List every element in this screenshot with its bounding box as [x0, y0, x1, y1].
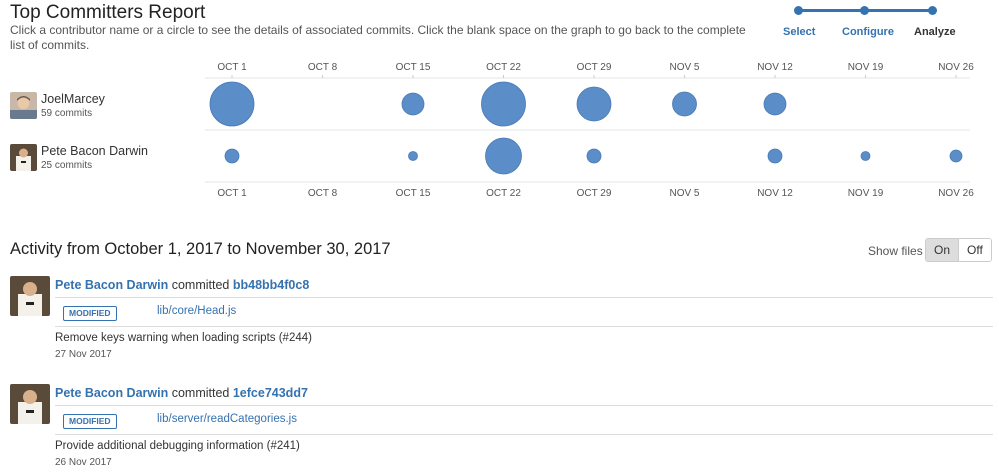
- divider: [55, 326, 993, 327]
- committers-chart-svg[interactable]: OCT 1 OCT 1 OCT 8 OCT 8 OCT 15 OCT 15 OCT 22 OC…: [0, 55, 999, 205]
- commit-verb: committed: [171, 386, 230, 400]
- x-tick-label-top: OCT 29: [577, 62, 612, 73]
- user-avatar-icon: [10, 276, 50, 316]
- commit-verb: committed: [171, 278, 230, 292]
- toggle-off-button[interactable]: Off: [959, 239, 991, 261]
- x-tick-label-bottom: OCT 1: [217, 188, 247, 199]
- commit-bubble[interactable]: [408, 151, 418, 161]
- x-tick-label-top: OCT 1: [217, 62, 247, 73]
- file-link[interactable]: lib/server/readCategories.js: [157, 413, 297, 425]
- x-tick-label-top: NOV 26: [938, 62, 974, 73]
- wizard-dot-analyze: [928, 6, 937, 15]
- wizard-step-analyze: Analyze: [914, 26, 956, 38]
- x-tick-label-bottom: NOV 12: [757, 188, 793, 199]
- committer-name[interactable]: Pete Bacon Darwin: [41, 144, 148, 158]
- committers-chart[interactable]: OCT 1 OCT 1 OCT 8 OCT 8 OCT 15 OCT 15 OCT 22 OC…: [0, 55, 999, 205]
- x-tick-label-top: OCT 15: [396, 62, 431, 73]
- commit-bubble[interactable]: [209, 81, 255, 127]
- wizard-dot-configure[interactable]: [860, 6, 869, 15]
- commit-hash-link[interactable]: 1efce743dd7: [233, 386, 308, 400]
- commit-author-link[interactable]: Pete Bacon Darwin: [55, 278, 168, 292]
- file-link[interactable]: lib/core/Head.js: [157, 305, 236, 317]
- commit-date: 27 Nov 2017: [55, 349, 112, 360]
- commit-date: 26 Nov 2017: [55, 457, 112, 468]
- wizard-steps: Select Configure Analyze: [780, 0, 980, 45]
- file-status-badge: MODIFIED: [63, 414, 117, 429]
- commit-message: Remove keys warning when loading scripts…: [55, 332, 312, 344]
- commit-bubble[interactable]: [672, 91, 697, 117]
- wizard-step-select[interactable]: Select: [783, 26, 815, 38]
- commit-item: Pete Bacon Darwin committed bb48bb4f0c8 …: [0, 276, 999, 386]
- divider: [55, 434, 993, 435]
- commit-bubble[interactable]: [401, 92, 425, 116]
- committer-count: 25 commits: [41, 160, 93, 171]
- show-files-label: Show files: [868, 244, 923, 258]
- wizard-dot-select[interactable]: [794, 6, 803, 15]
- x-tick-label-bottom: OCT 22: [486, 188, 521, 199]
- user-avatar-icon: [10, 384, 50, 424]
- commit-author-link[interactable]: Pete Bacon Darwin: [55, 386, 168, 400]
- toggle-on-button[interactable]: On: [926, 239, 960, 261]
- show-files-toggle[interactable]: On Off: [925, 238, 992, 262]
- x-tick-label-top: OCT 22: [486, 62, 521, 73]
- x-tick-label-top: NOV 19: [848, 62, 884, 73]
- commit-bubble[interactable]: [767, 148, 783, 164]
- x-tick-label-top: NOV 12: [757, 62, 793, 73]
- commit-bubble[interactable]: [485, 137, 522, 175]
- file-status-badge: MODIFIED: [63, 306, 117, 321]
- activity-title: Activity from October 1, 2017 to Novembe…: [10, 240, 391, 258]
- page-subtitle: Click a contributor name or a circle to …: [10, 23, 746, 52]
- committer-count: 59 commits: [41, 108, 93, 119]
- x-tick-label-top: NOV 5: [669, 62, 699, 73]
- user-avatar-icon: [10, 92, 37, 119]
- commit-bubble[interactable]: [481, 81, 526, 127]
- page-title: Top Committers Report: [10, 2, 206, 23]
- x-tick-label-bottom: NOV 5: [669, 188, 699, 199]
- x-tick-label-bottom: OCT 15: [396, 188, 431, 199]
- commit-header: Pete Bacon Darwin committed 1efce743dd7: [55, 386, 308, 400]
- commit-bubble[interactable]: [763, 92, 787, 116]
- divider: [55, 297, 993, 298]
- commit-bubble[interactable]: [860, 151, 871, 161]
- commit-hash-link[interactable]: bb48bb4f0c8: [233, 278, 309, 292]
- x-tick-label-top: OCT 8: [308, 62, 338, 73]
- divider: [55, 405, 993, 406]
- wizard-step-configure[interactable]: Configure: [842, 26, 894, 38]
- commit-message: Provide additional debugging information…: [55, 440, 300, 452]
- x-tick-label-bottom: NOV 19: [848, 188, 884, 199]
- committer-name[interactable]: JoelMarcey: [41, 92, 105, 106]
- x-tick-label-bottom: NOV 26: [938, 188, 974, 199]
- commit-bubble[interactable]: [586, 148, 602, 164]
- commit-bubble[interactable]: [949, 149, 963, 163]
- commit-bubble[interactable]: [576, 86, 612, 122]
- x-tick-label-bottom: OCT 29: [577, 188, 612, 199]
- commit-bubble[interactable]: [224, 148, 240, 164]
- user-avatar-icon: [10, 144, 37, 171]
- commit-header: Pete Bacon Darwin committed bb48bb4f0c8: [55, 278, 309, 292]
- x-tick-label-bottom: OCT 8: [308, 188, 338, 199]
- commit-item: Pete Bacon Darwin committed 1efce743dd7 …: [0, 384, 999, 476]
